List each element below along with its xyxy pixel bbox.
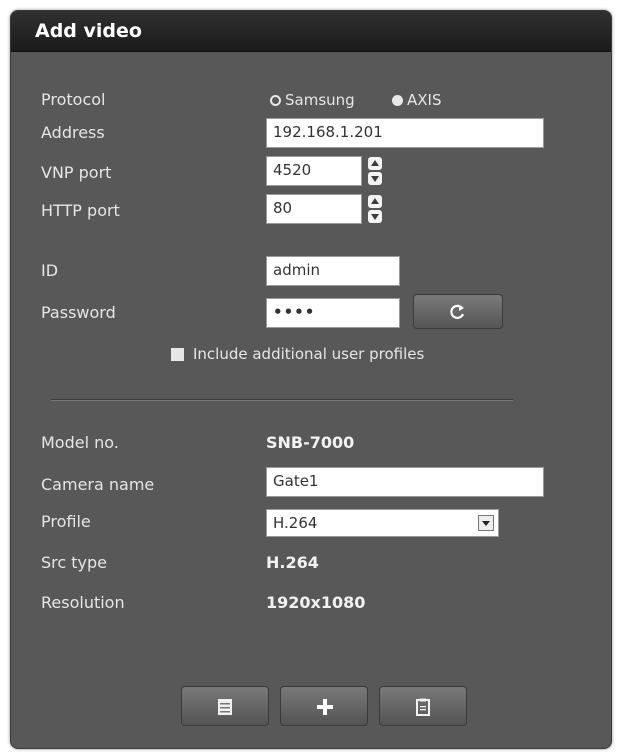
camera-name-label: Camera name bbox=[41, 475, 155, 494]
http-port-input[interactable]: 80 bbox=[266, 194, 362, 224]
profile-selected-value: H.264 bbox=[273, 514, 318, 532]
include-profiles-label: Include additional user profiles bbox=[193, 345, 425, 363]
refresh-profiles-button[interactable] bbox=[413, 294, 503, 329]
list-button[interactable] bbox=[181, 686, 269, 726]
protocol-label: Protocol bbox=[41, 90, 106, 109]
model-no-label: Model no. bbox=[41, 433, 119, 452]
add-video-dialog: Add video Protocol Samsung AXIS Address … bbox=[10, 10, 612, 749]
profile-select[interactable]: H.264 bbox=[266, 509, 499, 537]
http-port-label: HTTP port bbox=[41, 201, 120, 220]
address-label: Address bbox=[41, 123, 105, 142]
chevron-down-icon[interactable] bbox=[478, 515, 494, 531]
vnp-port-stepper[interactable] bbox=[367, 156, 383, 186]
vnp-port-label: VNP port bbox=[41, 163, 112, 182]
profile-label: Profile bbox=[41, 512, 91, 531]
resolution-value: 1920x1080 bbox=[266, 593, 366, 612]
protocol-option-axis-label: AXIS bbox=[407, 91, 442, 109]
add-button[interactable] bbox=[280, 686, 368, 726]
vnp-port-input[interactable]: 4520 bbox=[266, 156, 362, 186]
dialog-titlebar: Add video bbox=[11, 11, 611, 52]
vnp-port-up-arrow-icon[interactable] bbox=[368, 157, 382, 170]
list-icon bbox=[218, 699, 232, 715]
protocol-radio-axis[interactable] bbox=[392, 95, 403, 106]
id-label: ID bbox=[41, 261, 59, 280]
dialog-title: Add video bbox=[35, 20, 142, 42]
include-profiles-checkbox[interactable] bbox=[171, 348, 184, 361]
http-port-down-arrow-icon[interactable] bbox=[368, 210, 382, 223]
model-no-value: SNB-7000 bbox=[266, 433, 355, 452]
vnp-port-down-arrow-icon[interactable] bbox=[368, 172, 382, 185]
section-divider bbox=[51, 399, 513, 401]
address-input[interactable]: 192.168.1.201 bbox=[266, 118, 544, 148]
http-port-stepper[interactable] bbox=[367, 194, 383, 224]
resolution-label: Resolution bbox=[41, 593, 125, 612]
protocol-radio-samsung[interactable] bbox=[270, 95, 281, 106]
src-type-label: Src type bbox=[41, 553, 108, 572]
http-port-up-arrow-icon[interactable] bbox=[368, 195, 382, 208]
plus-icon bbox=[317, 699, 333, 715]
camera-name-input[interactable]: Gate1 bbox=[266, 467, 544, 497]
refresh-icon bbox=[450, 304, 465, 319]
clipboard-button[interactable] bbox=[379, 686, 467, 726]
password-input[interactable]: •••• bbox=[266, 298, 400, 328]
src-type-value: H.264 bbox=[266, 553, 319, 572]
password-label: Password bbox=[41, 303, 116, 322]
protocol-option-samsung-label: Samsung bbox=[285, 91, 355, 109]
id-input[interactable]: admin bbox=[266, 256, 400, 286]
clipboard-icon bbox=[416, 698, 430, 716]
